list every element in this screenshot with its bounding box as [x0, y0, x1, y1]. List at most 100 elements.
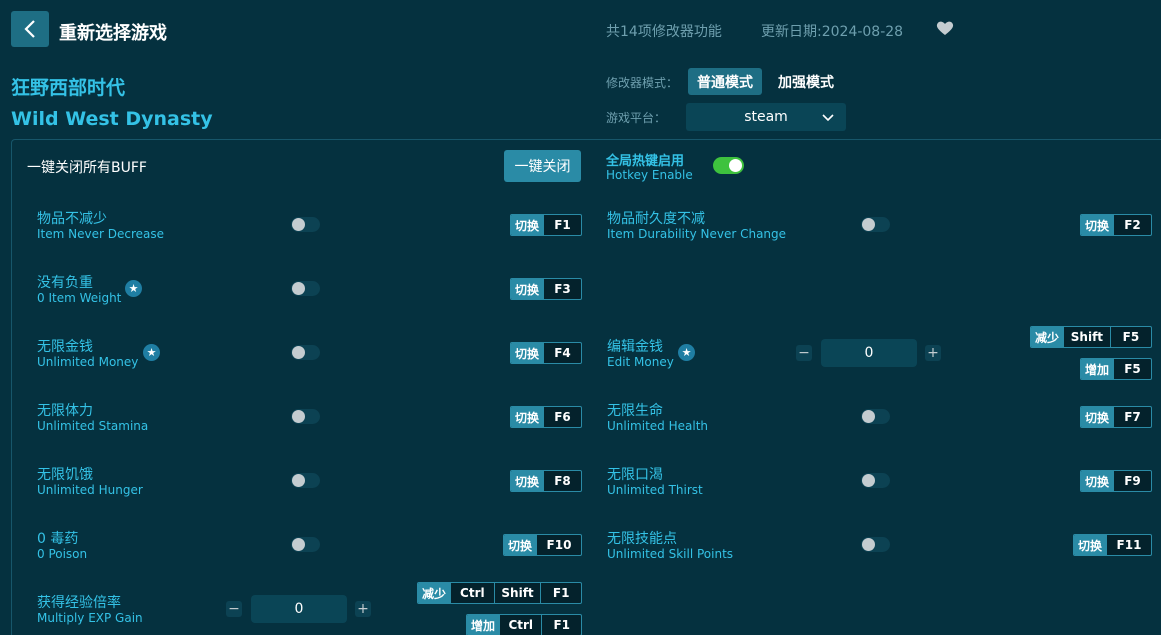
platform-select[interactable]: steam — [686, 103, 846, 131]
star-icon: ★ — [125, 280, 142, 297]
hotkey-action: 减少 — [418, 583, 451, 603]
hotkey-increase-money[interactable]: 增加 F5 — [1080, 358, 1152, 380]
hotkey-decrease-money[interactable]: 减少 Shift F5 — [1030, 326, 1152, 348]
hotkey-action: 切换 — [1081, 407, 1114, 427]
hotkey-key: F1 — [541, 615, 581, 635]
hotkey-action: 切换 — [511, 471, 544, 491]
star-icon: ★ — [143, 344, 160, 361]
hotkey-key: F3 — [543, 279, 581, 299]
hotkey-action: 增加 — [467, 615, 500, 635]
hotkey-enable-switch[interactable] — [713, 157, 744, 174]
feature-label-cn: 0 毒药 — [37, 531, 79, 547]
hotkey-action: 切换 — [511, 279, 544, 299]
feature-label-cn: 获得经验倍率 — [37, 595, 121, 611]
hotkey-item-durability[interactable]: 切换 F2 — [1080, 214, 1152, 236]
hotkey-key: F4 — [543, 343, 581, 363]
mode-enhanced-button[interactable]: 加强模式 — [770, 68, 842, 95]
game-name-en: Wild West Dynasty — [11, 108, 213, 130]
feature-label-en: 0 Poison — [37, 547, 88, 561]
hotkey-key: F9 — [1113, 471, 1151, 491]
hotkey-unlimited-money[interactable]: 切换 F4 — [510, 342, 582, 364]
chevron-left-icon — [24, 20, 35, 38]
feature-label-cn: 物品耐久度不减 — [607, 211, 705, 227]
feature-label-en: Unlimited Money — [37, 355, 139, 369]
toggle-unlimited-skill-points[interactable] — [861, 537, 890, 552]
platform-value: steam — [744, 109, 788, 125]
hotkey-item-weight[interactable]: 切换 F3 — [510, 278, 582, 300]
feature-label-en: Multiply EXP Gain — [37, 611, 143, 625]
toggle-unlimited-health[interactable] — [861, 409, 890, 424]
hotkey-key: Shift — [493, 583, 541, 603]
feature-count: 共14项修改器功能 — [606, 24, 722, 40]
feature-label-cn: 编辑金钱 — [607, 339, 663, 355]
hotkey-key: F1 — [540, 583, 581, 603]
decrease-money-button[interactable]: − — [796, 345, 812, 361]
toggle-item-never-decrease[interactable] — [291, 217, 320, 232]
hotkey-action: 切换 — [1081, 215, 1114, 235]
hotkey-key: F5 — [1109, 327, 1151, 347]
hotkey-key: F11 — [1106, 535, 1151, 555]
game-name-cn: 狂野西部时代 — [11, 77, 126, 99]
chevron-down-icon — [822, 114, 834, 122]
feature-label-cn: 无限口渴 — [607, 467, 663, 483]
hotkey-action: 切换 — [511, 407, 544, 427]
feature-label-cn: 无限金钱 — [37, 339, 93, 355]
update-date: 更新日期:2024-08-28 — [761, 24, 904, 40]
exp-multiplier-field[interactable]: 0 — [251, 595, 347, 623]
hotkey-key: F8 — [543, 471, 581, 491]
toggle-item-weight[interactable] — [291, 281, 320, 296]
star-icon: ★ — [678, 344, 695, 361]
hotkey-decrease-exp[interactable]: 减少 Ctrl Shift F1 — [417, 582, 582, 604]
decrease-exp-button[interactable]: − — [226, 601, 242, 617]
feature-label-cn: 物品不减少 — [37, 211, 107, 227]
hotkey-key: Ctrl — [450, 583, 494, 603]
feature-label-cn: 无限生命 — [607, 403, 663, 419]
toggle-unlimited-thirst[interactable] — [861, 473, 890, 488]
hotkey-unlimited-stamina[interactable]: 切换 F6 — [510, 406, 582, 428]
feature-label-en: Item Never Decrease — [37, 227, 164, 241]
hotkey-key: F6 — [543, 407, 581, 427]
page-title: 重新选择游戏 — [59, 23, 167, 44]
toggle-unlimited-stamina[interactable] — [291, 409, 320, 424]
money-value-field[interactable]: 0 — [821, 339, 917, 367]
toggle-unlimited-money[interactable] — [291, 345, 320, 360]
hotkey-unlimited-thirst[interactable]: 切换 F9 — [1080, 470, 1152, 492]
toggle-item-durability[interactable] — [861, 217, 890, 232]
hotkey-unlimited-hunger[interactable]: 切换 F8 — [510, 470, 582, 492]
feature-label-cn: 无限技能点 — [607, 531, 677, 547]
hotkey-enable-label-en: Hotkey Enable — [606, 168, 693, 182]
feature-label-en: Unlimited Health — [607, 419, 709, 433]
feature-label-en: 0 Item Weight — [37, 291, 122, 305]
hotkey-action: 切换 — [1074, 535, 1107, 555]
hotkey-unlimited-health[interactable]: 切换 F7 — [1080, 406, 1152, 428]
feature-label-en: Unlimited Stamina — [37, 419, 149, 433]
mode-normal-button[interactable]: 普通模式 — [688, 68, 762, 95]
hotkey-action: 增加 — [1081, 359, 1114, 379]
increase-money-button[interactable]: + — [925, 345, 941, 361]
toggle-zero-poison[interactable] — [291, 537, 320, 552]
favorite-button[interactable] — [936, 20, 954, 40]
back-button[interactable] — [11, 11, 49, 47]
feature-label-en: Unlimited Hunger — [37, 483, 143, 497]
feature-label-en: Unlimited Thirst — [607, 483, 703, 497]
toggle-unlimited-hunger[interactable] — [291, 473, 320, 488]
hotkey-item-never-decrease[interactable]: 切换 F1 — [510, 214, 582, 236]
platform-label: 游戏平台： — [606, 111, 667, 125]
feature-label-cn: 没有负重 — [37, 275, 93, 291]
feature-label-en: Item Durability Never Change — [607, 227, 787, 241]
hotkey-increase-exp[interactable]: 增加 Ctrl F1 — [466, 614, 582, 635]
feature-label-cn: 无限饥饿 — [37, 467, 93, 483]
increase-exp-button[interactable]: + — [355, 601, 371, 617]
feature-panel — [11, 139, 1161, 635]
hotkey-key: F7 — [1113, 407, 1151, 427]
heart-icon — [936, 21, 954, 35]
hotkey-action: 切换 — [504, 535, 537, 555]
hotkey-zero-poison[interactable]: 切换 F10 — [503, 534, 582, 556]
hotkey-action: 切换 — [511, 215, 544, 235]
hotkey-key: Shift — [1063, 327, 1110, 347]
hotkey-key: F5 — [1113, 359, 1151, 379]
hotkey-action: 减少 — [1031, 327, 1064, 347]
hotkey-unlimited-skill-points[interactable]: 切换 F11 — [1073, 534, 1152, 556]
close-all-buff-label: 一键关闭所有BUFF — [27, 160, 147, 176]
close-all-button[interactable]: 一键关闭 — [504, 150, 581, 182]
